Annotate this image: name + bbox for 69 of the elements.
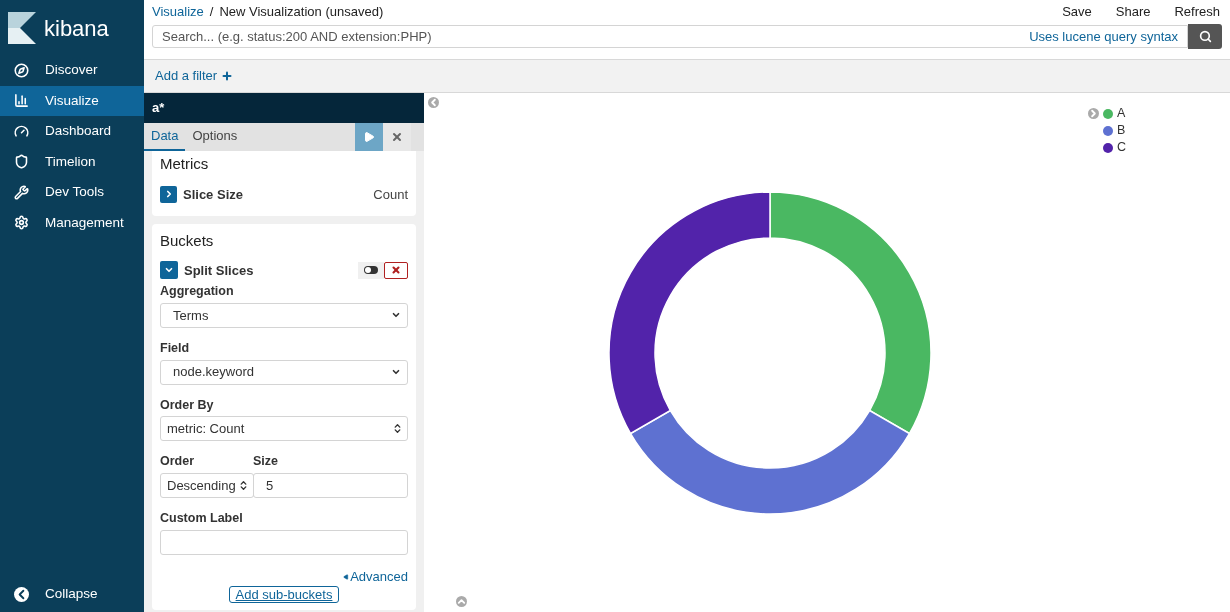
apply-button[interactable] [355, 123, 383, 151]
expand-toggle[interactable] [160, 261, 178, 280]
chevron-left-icon [14, 586, 29, 602]
field-label: Order By [160, 396, 215, 414]
donut-slice[interactable] [608, 190, 771, 434]
collapse-button[interactable]: Collapse [0, 582, 144, 606]
field-label: Order [160, 453, 196, 471]
gear-icon [14, 215, 29, 231]
legend-label[interactable]: C [1117, 140, 1127, 155]
input-field[interactable]: 5 [253, 473, 408, 498]
close-icon [391, 131, 403, 143]
field-label: Size [253, 453, 279, 471]
legend-toggle-icon[interactable] [1088, 108, 1099, 119]
breadcrumb-current: New Visualization (unsaved) [219, 2, 384, 21]
plus-icon [221, 70, 234, 82]
field-label: Aggregation [160, 283, 235, 300]
up-down-icon [392, 423, 403, 435]
legend-label[interactable]: A [1117, 106, 1126, 121]
breadcrumb-link[interactable]: Visualize [152, 1, 204, 22]
play-icon [363, 131, 375, 143]
nav-item[interactable]: Dashboard [0, 116, 144, 147]
section-title: Metrics [160, 154, 210, 174]
select-field[interactable]: metric: Count [160, 416, 408, 442]
top-nav-link[interactable]: Refresh [1174, 1, 1220, 22]
agg-title: Slice Size [183, 185, 243, 204]
remove-button[interactable] [384, 261, 408, 279]
gauge-icon [14, 123, 29, 139]
donut-slice[interactable] [629, 409, 911, 514]
query-syntax-link[interactable]: Uses lucene query syntax [1029, 26, 1178, 47]
search-icon [1198, 30, 1212, 43]
caret-left-icon [343, 573, 350, 580]
close-icon [391, 265, 401, 276]
top-nav-link[interactable]: Save [1062, 1, 1092, 22]
select-field[interactable]: Terms [160, 302, 408, 328]
nav-item[interactable]: Discover [0, 55, 144, 86]
logo-text: kibana [44, 14, 109, 43]
bar-chart-icon [14, 93, 29, 109]
nav-item[interactable]: Timelion [0, 146, 144, 177]
logo-icon [8, 12, 36, 44]
nav-item[interactable]: Dev Tools [0, 177, 144, 208]
agg-value: Count [373, 185, 408, 204]
section-title: Buckets [160, 231, 215, 251]
wrench-icon [14, 184, 29, 200]
advanced-link[interactable]: Advanced [343, 566, 408, 587]
caret-icon [391, 367, 401, 377]
nav-item[interactable]: Visualize [0, 85, 144, 116]
agg-title: Split Slices [184, 261, 254, 280]
expand-toggle[interactable] [160, 185, 177, 203]
input-field[interactable] [160, 529, 408, 555]
top-nav-link[interactable]: Share [1115, 1, 1151, 22]
legend-label[interactable]: B [1117, 123, 1126, 138]
nav-item[interactable]: Management [0, 207, 144, 238]
index-pattern-title: a* [144, 93, 424, 123]
field-label: Custom Label [160, 510, 244, 527]
toggle-switch[interactable] [358, 261, 384, 279]
shield-icon [14, 154, 29, 170]
add-filter-link[interactable]: Add a filter [155, 66, 234, 86]
search-button[interactable] [1188, 24, 1222, 49]
compass-icon [14, 62, 29, 78]
breadcrumb-separator: / [209, 2, 214, 21]
add-sub-buckets-button[interactable]: Add sub-buckets [228, 586, 340, 604]
discard-button[interactable] [383, 123, 411, 151]
expand-panel-icon[interactable] [456, 596, 467, 607]
select-field[interactable]: Descending [160, 473, 254, 498]
select-field[interactable]: node.keyword [160, 359, 408, 385]
field-label: Field [160, 339, 191, 357]
editor-tab[interactable]: Options [185, 123, 245, 151]
collapse-panel-icon[interactable] [428, 97, 439, 108]
search-field[interactable]: Search... (e.g. status:200 AND extension:PHP) Uses lucene query syntax [152, 25, 1188, 48]
